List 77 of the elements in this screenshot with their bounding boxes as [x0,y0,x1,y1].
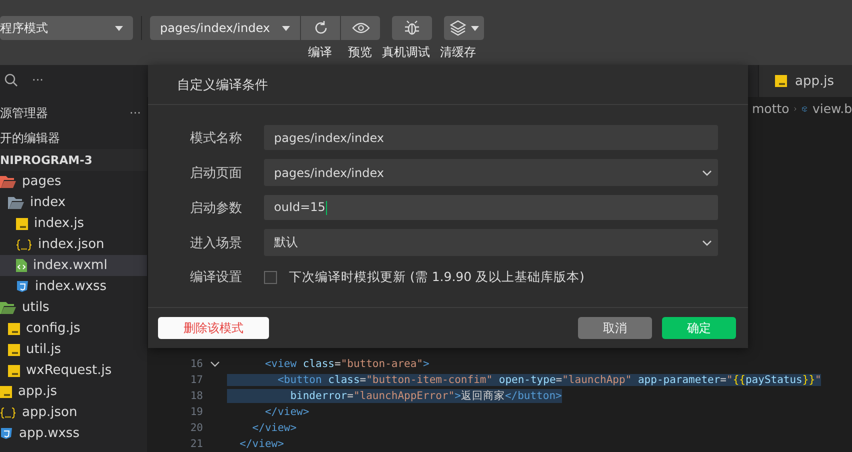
js-file-icon [8,344,20,356]
file-tree-item[interactable]: index.wxml [0,255,147,276]
file-tree-item[interactable]: utils [0,297,147,318]
file-tree-item[interactable]: app.js [0,381,147,402]
js-file-icon [8,364,20,376]
preview-label: 预览 [348,44,372,61]
js-file-icon [775,75,787,87]
css-file-icon [16,280,29,293]
file-tree-item[interactable]: index.js [0,213,147,234]
breadcrumb-item[interactable]: view.b [812,101,852,116]
line-number: 17 [189,374,203,386]
page-select[interactable]: pages/index/index [150,16,300,40]
file-tree-item[interactable]: pages [0,171,147,192]
code-line: </view> [238,438,284,450]
line-number: 20 [189,422,203,434]
layers-icon [449,20,467,36]
file-tree-item[interactable]: config.js [0,318,147,339]
line-number: 18 [189,390,203,402]
select-field[interactable]: 默认 [264,229,718,256]
file-tree-item[interactable]: index.wxss [0,276,147,297]
checkbox-label: 下次编译时模拟更新 (需 1.9.90 及以上基础库版本) [289,268,584,286]
search-icon[interactable] [4,73,18,87]
select-field[interactable]: pages/index/index [264,159,718,186]
cancel-button[interactable]: 取消 [578,317,652,339]
eye-icon [352,22,370,34]
checkbox[interactable] [264,270,277,284]
caret-icon [471,26,479,30]
bug-icon [404,20,420,36]
more-icon[interactable]: ··· [32,73,44,87]
explorer-title: 源管理器 [0,104,48,122]
compile-button[interactable] [301,16,340,40]
json-braces-icon [16,238,32,250]
field-label: 模式名称 [190,130,243,146]
field-label: 编译设置 [190,269,243,286]
more-icon[interactable]: ··· [130,106,141,120]
code-line: </view> [251,422,297,434]
file-tree-item[interactable]: wxRequest.js [0,360,147,381]
css-file-icon [0,427,13,440]
caret-icon [282,26,290,30]
line-number: 19 [189,406,203,418]
project-header[interactable]: NIPROGRAM-3 [0,149,147,171]
code-line: <view class="button-area"> [264,358,430,370]
editor-tab[interactable]: app.js [758,65,852,97]
debug-label: 真机调试 [382,44,430,61]
clear-cache-label: 清缓存 [440,44,476,61]
clear-cache-button[interactable] [444,16,484,40]
file-tree-item[interactable]: app.wxss [0,423,147,444]
file-tree-item[interactable]: util.js [0,339,147,360]
input-field[interactable]: pages/index/index [264,125,718,150]
js-file-icon [0,386,12,398]
delete-mode-button[interactable]: 删除该模式 [158,317,269,339]
js-file-icon [16,218,28,230]
preview-button[interactable] [341,16,380,40]
file-tree-item[interactable]: index.json [0,234,147,255]
debug-button[interactable] [392,16,432,40]
js-file-icon [8,322,20,334]
caret-icon [115,26,123,30]
field-label: 启动页面 [190,164,243,182]
file-tree-item[interactable]: app.json [0,402,147,423]
compile-label: 编译 [308,44,332,61]
input-field[interactable]: ouId=15 [264,195,718,220]
code-file-icon [16,259,27,272]
json-braces-icon [0,406,16,418]
code-line: </view> [264,406,310,418]
fold-chevron-icon[interactable] [210,361,220,367]
open-editors-header[interactable]: 开的编辑器 [0,127,147,149]
field-label: 进入场景 [190,234,243,252]
chevron-down-icon [702,170,712,176]
dialog-title: 自定义编译条件 [148,65,748,105]
line-number: 16 [189,358,203,370]
file-tree-item[interactable]: index [0,192,147,213]
breadcrumb-item[interactable]: motto [752,101,790,116]
chevron-down-icon [702,240,712,246]
field-label: 启动参数 [190,200,243,216]
mode-select[interactable]: 程序模式 [0,16,133,40]
line-number: 21 [189,438,203,450]
refresh-icon [312,20,328,36]
